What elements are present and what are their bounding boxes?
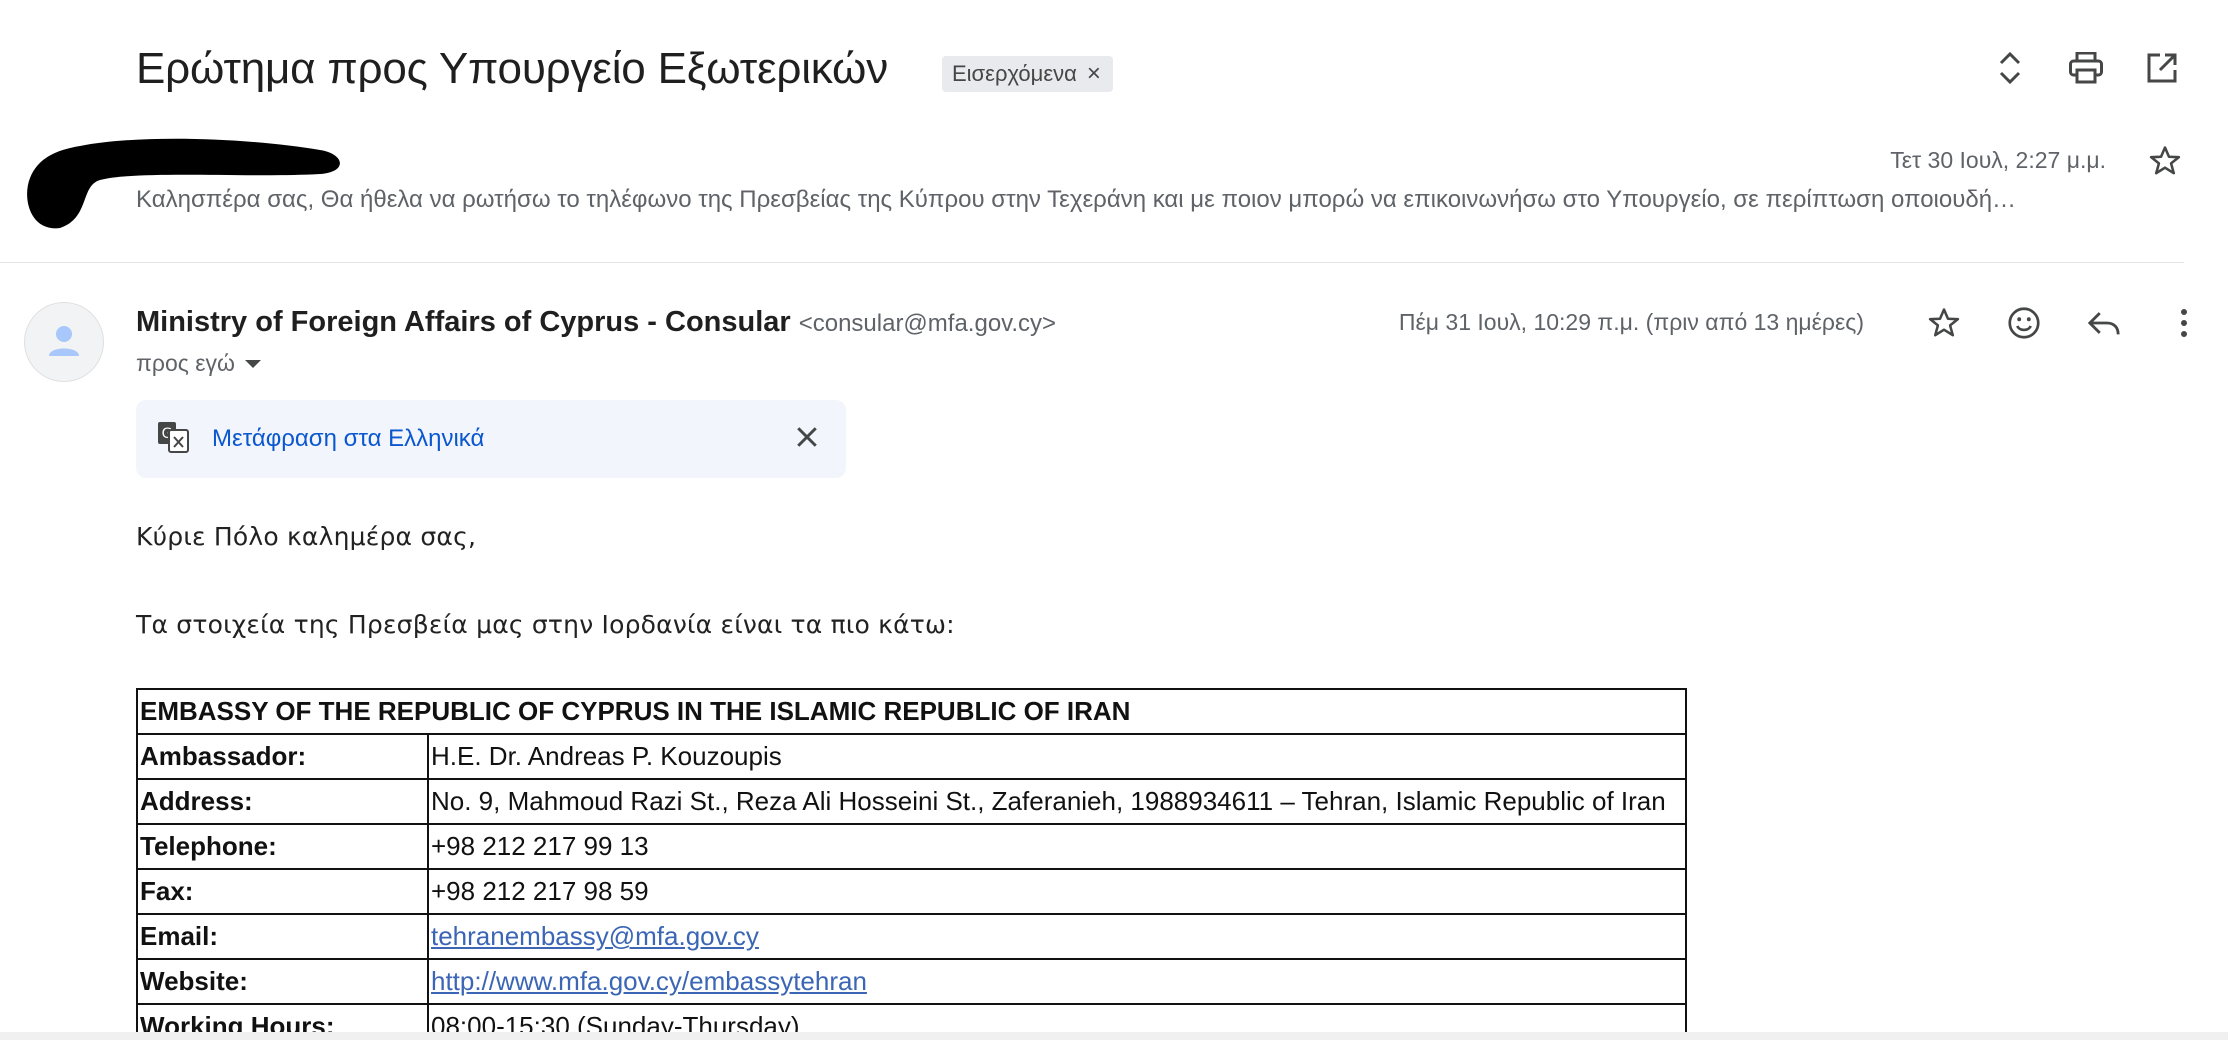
row-label: Fax: xyxy=(136,868,429,915)
expand-collapse-icon[interactable] xyxy=(1992,50,2028,86)
print-icon[interactable] xyxy=(2068,50,2104,86)
row-label: Telephone: xyxy=(136,823,429,870)
table-header: EMBASSY OF THE REPUBLIC OF CYPRUS IN THE… xyxy=(136,688,1687,735)
table-row: Telephone: +98 212 217 99 13 xyxy=(136,823,1687,870)
open-in-new-window-icon[interactable] xyxy=(2144,50,2180,86)
intro-text: Τα στοιχεία της Πρεσβεία μας στην Ιορδαν… xyxy=(136,610,955,639)
table-header-row: EMBASSY OF THE REPUBLIC OF CYPRUS IN THE… xyxy=(136,688,1687,735)
embassy-info-table: EMBASSY OF THE REPUBLIC OF CYPRUS IN THE… xyxy=(136,688,1687,1040)
thread-toolbar xyxy=(1992,50,2180,86)
chevron-down-icon xyxy=(244,359,261,368)
row-value: H.E. Dr. Andreas P. Kouzoupis xyxy=(427,733,1687,780)
sender-line: Ministry of Foreign Affairs of Cyprus - … xyxy=(136,306,1056,339)
collapsed-message-snippet[interactable]: Καλησπέρα σας, Θα ήθελα να ρωτήσω το τηλ… xyxy=(136,186,2176,214)
star-icon[interactable] xyxy=(2148,144,2182,183)
table-row: Fax: +98 212 217 98 59 xyxy=(136,868,1687,915)
row-value-cell: http://www.mfa.gov.cy/embassytehran xyxy=(427,958,1687,1005)
row-value: +98 212 217 98 59 xyxy=(427,868,1687,915)
close-icon[interactable] xyxy=(792,422,822,457)
viewport-bottom-edge xyxy=(0,1032,2228,1040)
emoji-reaction-icon[interactable] xyxy=(2006,305,2042,341)
recipients-label: προς εγώ xyxy=(136,350,235,376)
message-date: Πέμ 31 Ιουλ, 10:29 π.μ. (πριν από 13 ημέ… xyxy=(1398,309,1864,335)
sender-email: <consular@mfa.gov.cy> xyxy=(798,310,1057,337)
table-row: Email: tehranembassy@mfa.gov.cy xyxy=(136,913,1687,960)
translate-banner: G Μετάφραση στα Ελληνικά xyxy=(136,400,846,478)
sender-name[interactable]: Ministry of Foreign Affairs of Cyprus - … xyxy=(136,306,791,339)
more-options-icon[interactable] xyxy=(2166,305,2202,341)
reply-icon[interactable] xyxy=(2086,305,2122,341)
inbox-label-chip[interactable]: Εισερχόμενα × xyxy=(942,56,1113,92)
row-value-cell: tehranembassy@mfa.gov.cy xyxy=(427,913,1687,960)
row-value: +98 212 217 99 13 xyxy=(427,823,1687,870)
table-row: Address: No. 9, Mahmoud Razi St., Reza A… xyxy=(136,778,1687,825)
avatar[interactable] xyxy=(24,302,104,382)
star-icon[interactable] xyxy=(1926,305,1962,341)
row-value: No. 9, Mahmoud Razi St., Reza Ali Hossei… xyxy=(427,778,1687,825)
embassy-website-link[interactable]: http://www.mfa.gov.cy/embassytehran xyxy=(431,966,867,996)
translate-icon: G xyxy=(156,420,190,459)
email-subject: Ερώτημα προς Υπουργείο Εξωτερικών xyxy=(136,44,888,93)
message-divider xyxy=(0,262,2184,263)
row-label: Address: xyxy=(136,778,429,825)
embassy-email-link[interactable]: tehranembassy@mfa.gov.cy xyxy=(431,921,759,951)
table-row: Website: http://www.mfa.gov.cy/embassyte… xyxy=(136,958,1687,1005)
label-chip-text: Εισερχόμενα xyxy=(952,61,1077,86)
greeting-text: Κύριε Πόλο καλημέρα σας, xyxy=(136,522,477,551)
redacted-sender xyxy=(20,128,350,232)
translate-link[interactable]: Μετάφραση στα Ελληνικά xyxy=(212,425,484,453)
row-label: Ambassador: xyxy=(136,733,429,780)
row-label: Email: xyxy=(136,913,429,960)
collapsed-message-date: Τετ 30 Ιουλ, 2:27 μ.μ. xyxy=(1890,147,2106,173)
table-row: Ambassador: H.E. Dr. Andreas P. Kouzoupi… xyxy=(136,733,1687,780)
message-actions xyxy=(1926,305,2202,341)
row-label: Website: xyxy=(136,958,429,1005)
remove-label-icon[interactable]: × xyxy=(1087,60,1101,88)
recipients-toggle[interactable]: προς εγώ xyxy=(136,350,261,377)
